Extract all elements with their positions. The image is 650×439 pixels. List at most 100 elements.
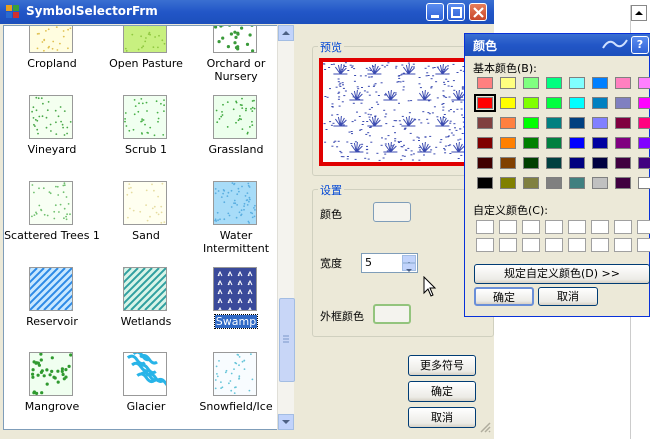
basic-color-cell[interactable]	[500, 157, 516, 169]
basic-color-cell[interactable]	[523, 77, 539, 89]
basic-color-cell[interactable]	[592, 157, 608, 169]
basic-color-cell[interactable]	[523, 157, 539, 169]
basic-color-cell[interactable]	[615, 137, 631, 149]
basic-color-cell[interactable]	[569, 177, 585, 189]
basic-color-cell[interactable]	[500, 137, 516, 149]
basic-color-cell[interactable]	[500, 117, 516, 129]
basic-color-cell[interactable]	[592, 137, 608, 149]
basic-color-cell[interactable]	[546, 137, 562, 149]
define-custom-colors-button[interactable]: 规定自定义颜色(D) >>	[474, 264, 650, 284]
basic-color-cell[interactable]	[477, 77, 493, 89]
custom-color-cell[interactable]	[545, 238, 563, 252]
basic-color-cell[interactable]	[569, 157, 585, 169]
symbol-item[interactable]: Water Intermittent	[188, 181, 284, 265]
basic-color-cell[interactable]	[638, 137, 650, 149]
basic-color-cell[interactable]	[569, 97, 585, 109]
symbol-list-scrollbar[interactable]	[277, 25, 295, 430]
basic-color-cell[interactable]	[546, 157, 562, 169]
width-spin-down[interactable]	[402, 263, 416, 272]
custom-color-cell[interactable]	[591, 238, 609, 252]
symbol-item[interactable]: Orchard or Nursery	[188, 26, 284, 93]
symbol-item[interactable]: Scattered Trees 1	[4, 181, 100, 265]
basic-color-cell[interactable]	[615, 77, 631, 89]
custom-color-cell[interactable]	[614, 220, 632, 234]
custom-color-cell[interactable]	[499, 238, 517, 252]
width-input[interactable]: 5	[361, 253, 418, 273]
basic-color-cell[interactable]	[592, 117, 608, 129]
basic-color-cell[interactable]	[569, 117, 585, 129]
background-scroll-up[interactable]	[631, 5, 647, 21]
scroll-up-button[interactable]	[278, 25, 294, 41]
basic-color-cell[interactable]	[615, 177, 631, 189]
symbol-item[interactable]: Swamp	[188, 267, 284, 351]
basic-color-cell[interactable]	[523, 137, 539, 149]
basic-color-cell[interactable]	[500, 77, 516, 89]
symbol-item[interactable]: Cropland	[4, 26, 100, 93]
basic-color-cell[interactable]	[592, 177, 608, 189]
custom-color-cell[interactable]	[499, 220, 517, 234]
help-button[interactable]: ?	[631, 36, 649, 54]
custom-color-cell[interactable]	[545, 220, 563, 234]
custom-color-cell[interactable]	[568, 220, 586, 234]
custom-color-cell[interactable]	[614, 238, 632, 252]
custom-color-cell[interactable]	[637, 220, 650, 234]
basic-color-cell[interactable]	[546, 97, 562, 109]
custom-color-cell[interactable]	[476, 238, 494, 252]
basic-color-cell[interactable]	[500, 177, 516, 189]
basic-color-cell[interactable]	[592, 97, 608, 109]
basic-color-cell[interactable]	[638, 117, 650, 129]
color-dialog-cancel-button[interactable]: 取消	[538, 287, 598, 306]
basic-color-cell[interactable]	[523, 177, 539, 189]
resize-grip-icon[interactable]	[478, 420, 492, 434]
symbol-item[interactable]: Grassland	[188, 95, 284, 179]
custom-color-cell[interactable]	[476, 220, 494, 234]
basic-color-cell[interactable]	[569, 77, 585, 89]
cancel-button[interactable]: 取消	[408, 407, 476, 428]
symbol-item[interactable]: Reservoir	[4, 267, 150, 351]
basic-color-cell[interactable]	[615, 97, 631, 109]
basic-color-cell[interactable]	[477, 157, 493, 169]
basic-color-cell[interactable]	[615, 117, 631, 129]
basic-color-cell[interactable]	[638, 97, 650, 109]
symbol-item[interactable]: Glacier	[98, 350, 194, 429]
custom-color-cell[interactable]	[591, 220, 609, 234]
custom-color-cell[interactable]	[568, 238, 586, 252]
basic-color-cell[interactable]	[546, 177, 562, 189]
custom-color-cell[interactable]	[522, 238, 540, 252]
basic-color-cell[interactable]	[523, 97, 539, 109]
symbol-item[interactable]: Vineyard	[4, 95, 100, 179]
basic-color-cell[interactable]	[592, 77, 608, 89]
basic-color-cell[interactable]	[638, 157, 650, 169]
symbol-item[interactable]: Wetlands	[81, 267, 244, 351]
symbol-item[interactable]: Snowfield/Ice	[188, 352, 284, 429]
basic-color-cell[interactable]	[569, 137, 585, 149]
outline-color-button[interactable]	[373, 304, 411, 324]
symbol-item[interactable]: Sand	[98, 181, 194, 265]
basic-color-cell[interactable]	[474, 94, 496, 112]
custom-color-cell[interactable]	[637, 238, 650, 252]
basic-color-cell[interactable]	[477, 177, 493, 189]
maximize-button[interactable]	[447, 3, 465, 21]
color-dialog-ok-button[interactable]: 确定	[474, 287, 534, 306]
basic-color-cell[interactable]	[500, 97, 516, 109]
basic-color-cell[interactable]	[477, 117, 493, 129]
scroll-down-button[interactable]	[278, 414, 294, 430]
symbol-item[interactable]: Open Pasture	[98, 26, 194, 93]
more-symbols-button[interactable]: 更多符号	[408, 355, 476, 376]
minimize-button[interactable]	[426, 3, 444, 21]
basic-color-cell[interactable]	[615, 157, 631, 169]
basic-color-cell[interactable]	[523, 117, 539, 129]
ok-button[interactable]: 确定	[408, 381, 476, 402]
scroll-thumb[interactable]	[279, 298, 295, 382]
symbol-list[interactable]: Cropland Open Pasture Orchard or Nursery Vi…	[3, 25, 293, 430]
close-button[interactable]	[469, 3, 487, 21]
width-spin-up[interactable]	[402, 255, 416, 265]
basic-color-cell[interactable]	[546, 77, 562, 89]
symbol-item[interactable]: Scrub 1	[98, 95, 194, 179]
basic-color-cell[interactable]	[638, 177, 650, 189]
basic-color-cell[interactable]	[546, 117, 562, 129]
symbol-item[interactable]: Mangrove	[4, 352, 100, 429]
basic-color-cell[interactable]	[477, 137, 493, 149]
color-picker-button[interactable]	[373, 202, 411, 222]
basic-color-cell[interactable]	[638, 77, 650, 89]
